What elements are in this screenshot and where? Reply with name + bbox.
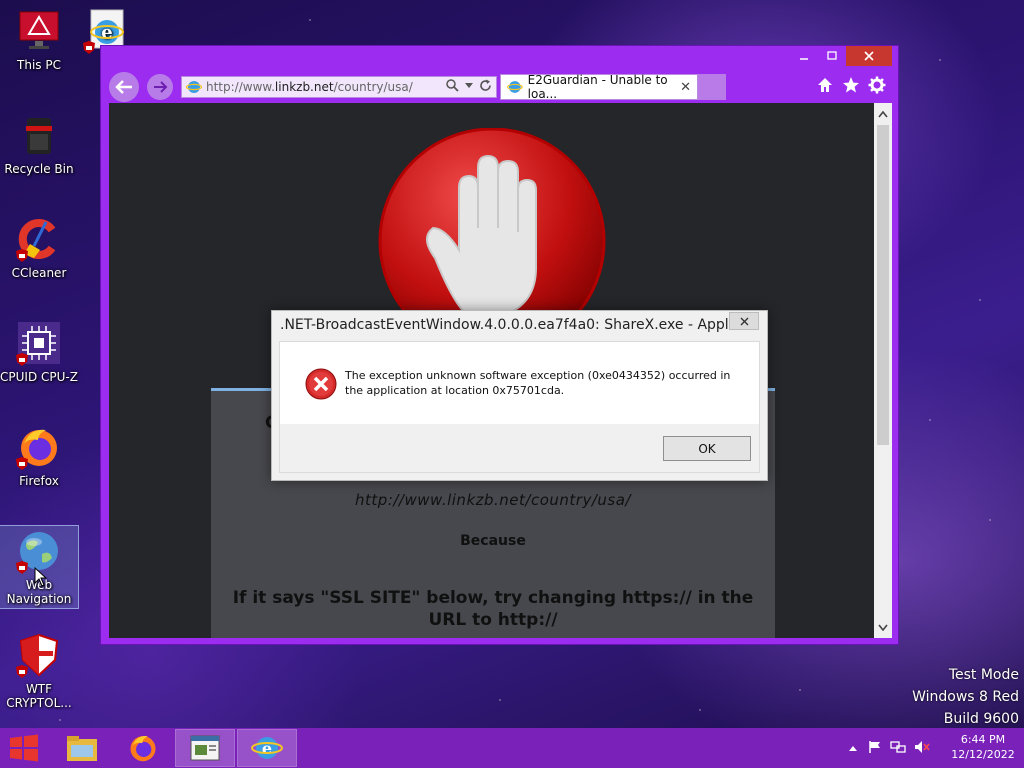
taskbar: e 6:44 PM 12/12/2022 xyxy=(0,728,1024,768)
windows-logo-icon xyxy=(10,734,38,762)
url-path: /country/usa/ xyxy=(333,80,413,94)
desktop-icon-this-pc[interactable]: This PC xyxy=(0,8,78,72)
dialog-title: .NET-BroadcastEventWindow.4.0.0.0.ea7f4a… xyxy=(280,317,754,333)
mouse-cursor-icon xyxy=(34,566,48,591)
windows-watermark: Test Mode Windows 8 Red Build 9600 xyxy=(912,664,1019,730)
url-prefix: http://www. xyxy=(206,80,275,94)
firefox-icon xyxy=(16,424,62,470)
minimize-button[interactable] xyxy=(790,46,818,66)
recycle-bin-icon xyxy=(16,112,62,158)
desktop-icon-cpuid-cpu-z[interactable]: CPUID CPU-Z xyxy=(0,320,78,384)
desktop-icon-label: CPUID CPU-Z xyxy=(0,370,78,384)
clock-time: 6:44 PM xyxy=(960,733,1006,746)
dialog-body: The exception unknown software exception… xyxy=(279,341,760,473)
this-pc-icon xyxy=(16,8,62,54)
scroll-thumb[interactable] xyxy=(877,125,889,445)
folder-icon xyxy=(67,736,97,761)
window-controls xyxy=(790,46,892,68)
dialog-message: The exception unknown software exception… xyxy=(345,369,731,397)
application-window-icon xyxy=(190,735,220,761)
desktop-icon-recycle-bin[interactable]: Recycle Bin xyxy=(0,112,78,176)
cpu-chip-icon xyxy=(16,320,62,366)
desktop-icon-ccleaner[interactable]: CCleaner xyxy=(0,216,78,280)
ok-button[interactable]: OK xyxy=(663,436,751,461)
desktop-icon-firefox[interactable]: Firefox xyxy=(0,424,78,488)
desktop-icon-label: CCleaner xyxy=(11,266,67,280)
address-url: http://www.linkzb.net/country/usa/ xyxy=(206,80,413,94)
error-dialog: .NET-BroadcastEventWindow.4.0.0.0.ea7f4a… xyxy=(271,310,768,481)
system-tray: 6:44 PM 12/12/2022 xyxy=(844,728,1024,768)
firefox-icon xyxy=(130,736,156,762)
watermark-test-mode: Test Mode xyxy=(948,667,1019,683)
svg-text:e: e xyxy=(262,739,272,758)
start-button[interactable] xyxy=(0,730,48,766)
home-icon[interactable] xyxy=(816,76,834,94)
navigation-bar: http://www.linkzb.net/country/usa/ E2Gua… xyxy=(109,72,890,102)
close-icon xyxy=(740,317,748,325)
desktop-icon-label: This PC xyxy=(17,58,61,72)
close-window-button[interactable] xyxy=(846,46,892,66)
scroll-up-arrow-icon[interactable] xyxy=(874,105,892,123)
clock-date: 12/12/2022 xyxy=(951,748,1015,761)
blocked-url: http://www.linkzb.net/country/usa/ xyxy=(355,491,631,509)
address-bar[interactable]: http://www.linkzb.net/country/usa/ xyxy=(181,76,497,98)
maximize-icon xyxy=(827,51,837,60)
url-domain: linkzb.net xyxy=(274,80,334,94)
desktop-icon-wtf-cryptolocker[interactable]: WTF CRYPTOL... xyxy=(0,632,78,710)
action-center-flag-icon[interactable] xyxy=(868,740,882,758)
ssl-hint-text: If it says "SSL SITE" below, try changin… xyxy=(232,588,754,630)
tab-title: E2Guardian - Unable to loa... xyxy=(527,73,668,101)
minimize-icon xyxy=(800,58,808,60)
dialog-footer: OK xyxy=(280,424,759,472)
close-icon xyxy=(864,51,874,61)
desktop-icon-label: WTF CRYPTOL... xyxy=(6,682,72,710)
desktop-icon-label: Recycle Bin xyxy=(4,162,74,176)
scroll-down-arrow-icon[interactable] xyxy=(874,618,892,636)
stop-hand-icon xyxy=(378,128,606,328)
desktop-icon-label: Firefox xyxy=(19,474,59,488)
new-tab-button[interactable] xyxy=(698,74,726,100)
back-arrow-icon xyxy=(115,80,132,94)
volume-muted-icon[interactable] xyxy=(914,740,930,758)
taskbar-firefox[interactable] xyxy=(114,730,172,766)
internet-explorer-icon: e xyxy=(251,737,283,759)
taskbar-file-explorer[interactable] xyxy=(53,730,111,766)
ccleaner-icon xyxy=(16,216,62,262)
taskbar-internet-explorer[interactable]: e xyxy=(237,729,297,767)
watermark-edition: Windows 8 Red xyxy=(912,689,1019,705)
show-hidden-icons-chevron-icon[interactable] xyxy=(848,741,858,756)
ie-tab-icon xyxy=(507,81,523,93)
because-label: Because xyxy=(460,533,526,549)
shield-icon xyxy=(16,632,62,678)
taskbar-app-window[interactable] xyxy=(175,729,235,767)
settings-gear-icon[interactable] xyxy=(868,76,886,94)
favorites-star-icon[interactable] xyxy=(842,76,860,94)
address-tools xyxy=(446,79,492,92)
dialog-close-button[interactable] xyxy=(729,312,759,330)
browser-toolbar xyxy=(816,76,886,94)
tab-e2guardian[interactable]: E2Guardian - Unable to loa... ✕ xyxy=(500,73,698,101)
refresh-icon[interactable] xyxy=(479,79,492,92)
vertical-scrollbar[interactable] xyxy=(874,103,892,638)
forward-arrow-icon xyxy=(154,81,168,93)
ie-page-icon xyxy=(186,81,202,93)
dropdown-arrow-icon[interactable] xyxy=(465,82,473,89)
back-button[interactable] xyxy=(109,72,139,102)
watermark-build: Build 9600 xyxy=(943,711,1019,727)
maximize-button[interactable] xyxy=(818,46,846,66)
taskbar-clock[interactable]: 6:44 PM 12/12/2022 xyxy=(948,732,1018,762)
network-icon[interactable] xyxy=(890,740,906,758)
forward-button[interactable] xyxy=(147,74,173,100)
tab-close-icon[interactable]: ✕ xyxy=(680,80,691,95)
search-icon[interactable] xyxy=(446,79,459,92)
error-icon xyxy=(305,368,337,400)
